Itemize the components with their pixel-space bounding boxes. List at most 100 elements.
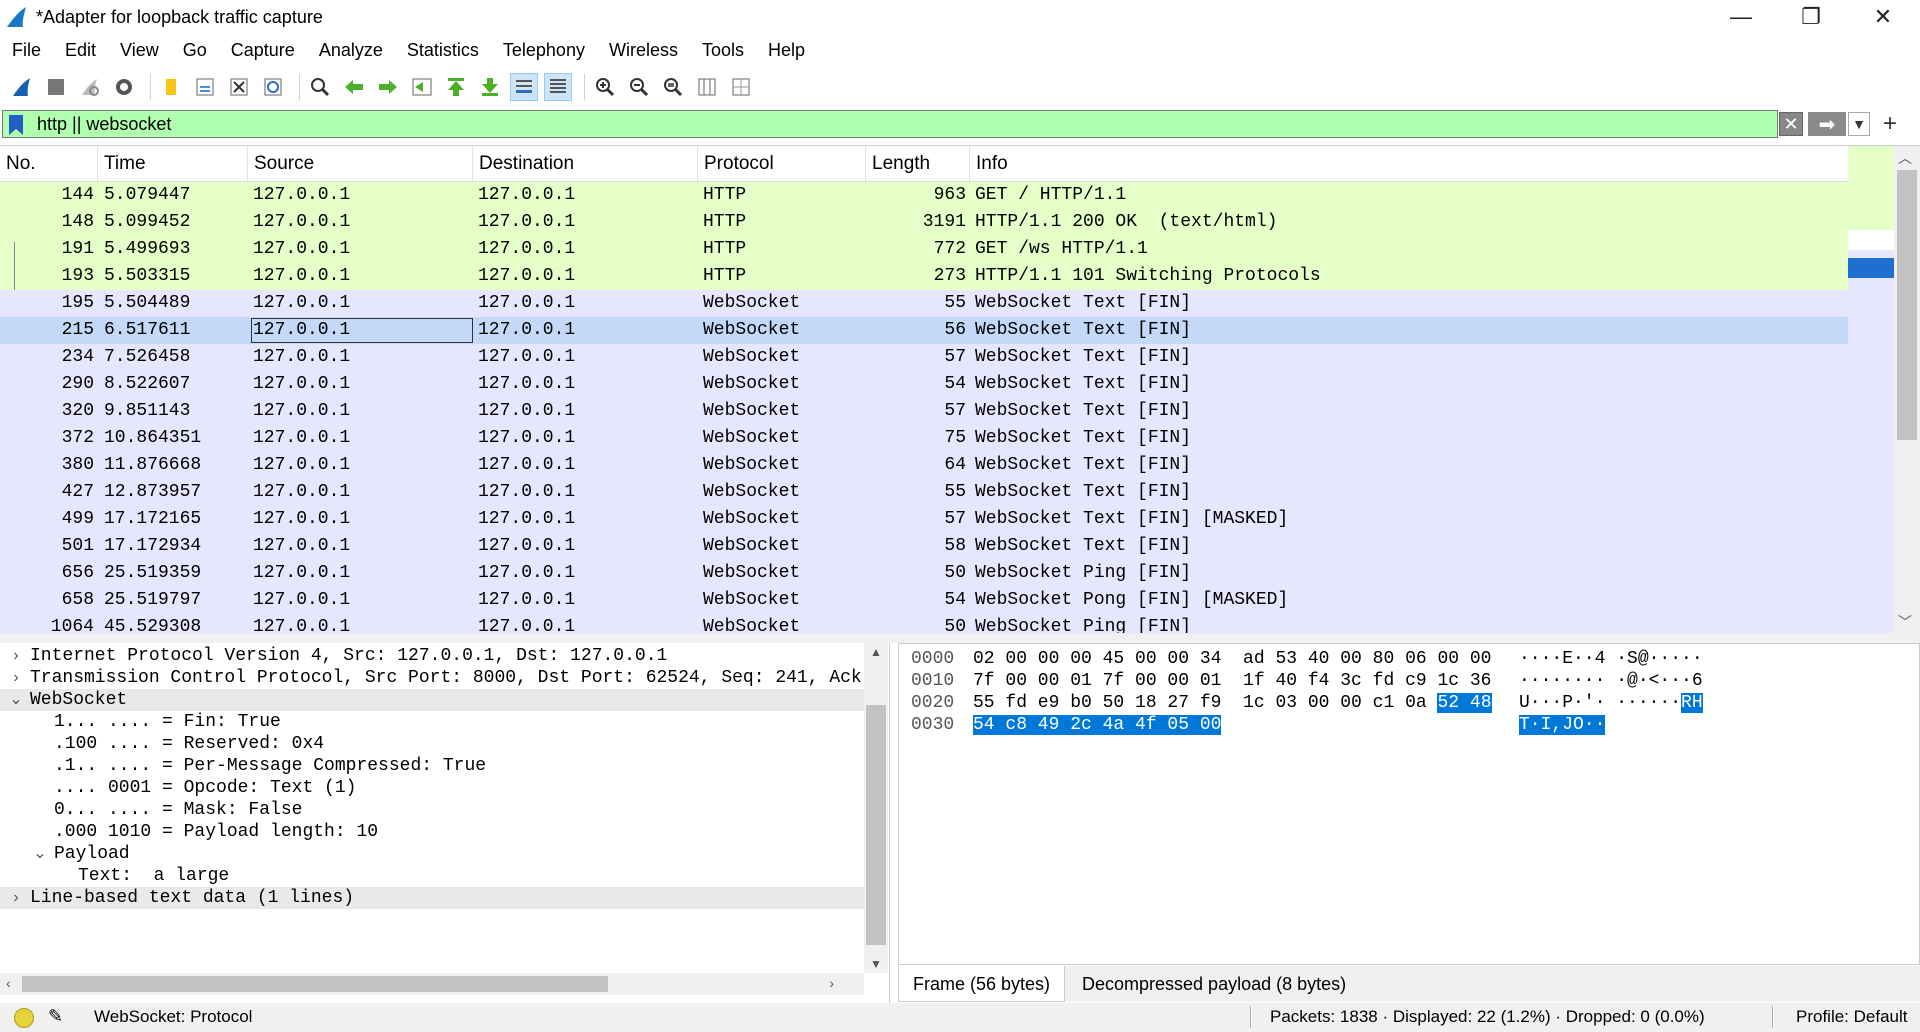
packet-list-scroll-thumb[interactable] (1897, 170, 1917, 440)
hex-bytes-plain[interactable]: 02 00 00 00 45 00 00 34 ad 53 40 00 80 0… (973, 649, 1491, 669)
packet-row[interactable]: 380 11.876668 127.0.0.1 127.0.0.1 WebSocket 6… (0, 452, 1848, 479)
packet-row[interactable]: 215 6.517611 127.0.0.1 127.0.0.1 WebSocket 56… (0, 317, 1848, 344)
tree-websocket[interactable]: ⌄ WebSocket (0, 689, 864, 711)
normal-size-icon[interactable] (659, 73, 687, 101)
packet-row[interactable]: 372 10.864351 127.0.0.1 127.0.0.1 WebSocket 7… (0, 425, 1848, 452)
go-to-packet-icon[interactable] (408, 73, 436, 101)
chevron-down-icon[interactable]: ⌄ (30, 843, 50, 865)
packet-row[interactable]: 658 25.519797 127.0.0.1 127.0.0.1 WebSocket 5… (0, 587, 1848, 614)
pane-splitter[interactable] (0, 633, 1920, 643)
status-profile[interactable]: Profile: Default (1796, 1007, 1908, 1027)
packet-row[interactable]: 427 12.873957 127.0.0.1 127.0.0.1 WebSocket 5… (0, 479, 1848, 506)
close-file-icon[interactable] (225, 73, 253, 101)
hex-bytes-plain[interactable]: 55 fd e9 b0 50 18 27 f9 1c 03 00 00 c1 0… (973, 693, 1437, 713)
colorize-icon[interactable] (544, 73, 572, 101)
menu-go[interactable]: Go (183, 40, 207, 61)
ascii-bytes[interactable]: ········ ·@·<···6 (1519, 670, 1703, 692)
column-header-time[interactable]: Time (98, 146, 248, 182)
field-opcode[interactable]: .... 0001 = Opcode: Text (1) (0, 777, 864, 799)
edit-comment-pencil-icon[interactable]: ✎ (48, 1006, 63, 1027)
scroll-up-chevron-icon[interactable]: ︿ (1898, 148, 1912, 168)
first-packet-icon[interactable] (442, 73, 470, 101)
forward-arrow-icon[interactable] (374, 73, 402, 101)
restart-icon[interactable] (76, 73, 104, 101)
tree-tcp[interactable]: › Transmission Control Protocol, Src Port… (0, 667, 864, 689)
tab-frame-bytes[interactable]: Frame (56 bytes) (898, 966, 1066, 1002)
chevron-right-icon[interactable]: › (6, 887, 26, 909)
reload-icon[interactable] (259, 73, 287, 101)
close-button[interactable]: ✕ (1848, 0, 1918, 34)
field-payload-length[interactable]: .000 1010 = Payload length: 10 (0, 821, 864, 843)
details-horizontal-scroll-thumb[interactable] (22, 976, 608, 992)
ascii-plain[interactable]: ········ ·@·<···6 (1519, 671, 1703, 691)
packet-minimap[interactable] (1848, 146, 1894, 633)
packet-row[interactable]: 195 5.504489 127.0.0.1 127.0.0.1 WebSocket 55… (0, 290, 1848, 317)
packet-row[interactable]: 144 5.079447 127.0.0.1 127.0.0.1 HTTP 963 GET … (0, 182, 1848, 209)
tree-payload[interactable]: ⌄ Payload (0, 843, 864, 865)
menu-view[interactable]: View (120, 40, 159, 61)
last-packet-icon[interactable] (476, 73, 504, 101)
back-arrow-icon[interactable] (340, 73, 368, 101)
hex-bytes[interactable]: 02 00 00 00 45 00 00 34 ad 53 40 00 80 0… (973, 648, 1491, 670)
ascii-highlighted[interactable]: T·I,JO·· (1519, 715, 1606, 735)
packet-row[interactable]: 191 5.499693 127.0.0.1 127.0.0.1 HTTP 772 GET … (0, 236, 1848, 263)
apply-filter-arrow-icon[interactable]: ➡ (1808, 112, 1846, 136)
menu-wireless[interactable]: Wireless (609, 40, 678, 61)
filter-history-chevron-down-icon[interactable]: ▼ (1848, 112, 1870, 136)
ascii-bytes[interactable]: ····E··4 ·S@····· (1519, 648, 1703, 670)
expert-info-status-icon[interactable] (14, 1008, 34, 1028)
menu-analyze[interactable]: Analyze (319, 40, 383, 61)
column-header-no[interactable]: No. (0, 146, 98, 182)
hex-bytes[interactable]: 55 fd e9 b0 50 18 27 f9 1c 03 00 00 c1 0… (973, 692, 1492, 714)
field-fin[interactable]: 1... .... = Fin: True (0, 711, 864, 733)
packet-row[interactable]: 499 17.172165 127.0.0.1 127.0.0.1 WebSocket 5… (0, 506, 1848, 533)
bookmark-icon[interactable] (9, 115, 23, 135)
menu-tools[interactable]: Tools (702, 40, 744, 61)
chevron-right-icon[interactable]: › (6, 645, 26, 667)
packet-row[interactable]: 234 7.526458 127.0.0.1 127.0.0.1 WebSocket 57… (0, 344, 1848, 371)
menu-file[interactable]: File (12, 40, 41, 61)
menu-capture[interactable]: Capture (231, 40, 295, 61)
scroll-left-chevron-icon[interactable]: ‹ (6, 975, 11, 991)
packet-row[interactable]: 193 5.503315 127.0.0.1 127.0.0.1 HTTP 273 HTTP… (0, 263, 1848, 290)
chevron-right-icon[interactable]: › (6, 667, 26, 689)
menu-telephony[interactable]: Telephony (503, 40, 585, 61)
tree-ipv4[interactable]: › Internet Protocol Version 4, Src: 127.0… (0, 645, 864, 667)
menu-help[interactable]: Help (768, 40, 805, 61)
details-vertical-scroll-thumb[interactable] (866, 705, 886, 945)
ascii-plain[interactable]: ····E··4 ·S@····· (1519, 649, 1703, 669)
field-text[interactable]: Text: a large (0, 865, 864, 887)
ascii-highlighted[interactable]: RH (1681, 693, 1703, 713)
menu-edit[interactable]: Edit (65, 40, 96, 61)
column-header-source[interactable]: Source (248, 146, 473, 182)
field-reserved[interactable]: .100 .... = Reserved: 0x4 (0, 733, 864, 755)
ascii-plain[interactable]: U···P·'· ······ (1519, 693, 1681, 713)
hex-bytes[interactable]: 7f 00 00 01 7f 00 00 01 1f 40 f4 3c fd c… (973, 670, 1491, 692)
hex-bytes[interactable]: 54 c8 49 2c 4a 4f 05 00 (973, 714, 1222, 736)
column-header-info[interactable]: Info (970, 146, 1848, 182)
stop-icon[interactable] (42, 73, 70, 101)
packet-row[interactable]: 290 8.522607 127.0.0.1 127.0.0.1 WebSocket 54… (0, 371, 1848, 398)
zoom-in-icon[interactable] (591, 73, 619, 101)
save-icon[interactable] (191, 73, 219, 101)
scroll-down-chevron-icon[interactable]: ▼ (870, 957, 882, 971)
hex-bytes-highlighted[interactable]: 52 48 (1437, 693, 1492, 713)
find-icon[interactable] (306, 73, 334, 101)
chevron-down-icon[interactable]: ⌄ (6, 689, 26, 711)
options-gear-icon[interactable] (110, 73, 138, 101)
shark-fin-icon[interactable] (8, 73, 36, 101)
column-header-protocol[interactable]: Protocol (698, 146, 866, 182)
packet-row[interactable]: 320 9.851143 127.0.0.1 127.0.0.1 WebSocket 57… (0, 398, 1848, 425)
zoom-out-icon[interactable] (625, 73, 653, 101)
packet-row[interactable]: 656 25.519359 127.0.0.1 127.0.0.1 WebSocket 5… (0, 560, 1848, 587)
scroll-down-chevron-icon[interactable]: ﹀ (1898, 612, 1912, 632)
hex-bytes-highlighted[interactable]: 54 c8 49 2c 4a 4f 05 00 (973, 715, 1222, 735)
tab-decompressed-payload[interactable]: Decompressed payload (8 bytes) (1068, 966, 1360, 1002)
resize-columns-icon[interactable] (693, 73, 721, 101)
hex-bytes-plain[interactable]: 7f 00 00 01 7f 00 00 01 1f 40 f4 3c fd c… (973, 671, 1491, 691)
column-header-destination[interactable]: Destination (473, 146, 698, 182)
ascii-bytes[interactable]: T·I,JO·· (1519, 714, 1606, 736)
ascii-bytes[interactable]: U···P·'· ······RH (1519, 692, 1703, 714)
layout-pane-icon[interactable] (727, 73, 755, 101)
add-filter-button-plus-icon[interactable]: + (1876, 109, 1904, 139)
